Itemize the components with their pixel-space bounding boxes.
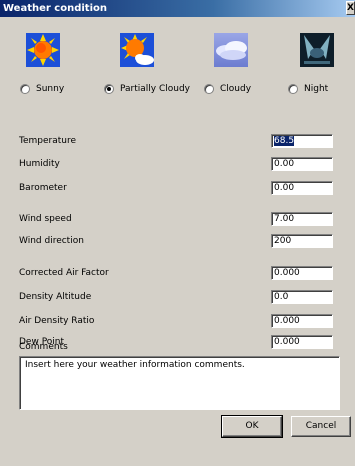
wind-speed-label: Wind speed (19, 214, 72, 224)
density-altitude-field[interactable]: 0.0 (271, 290, 333, 304)
barometer-field[interactable]: 0.00 (271, 181, 333, 195)
comments-textarea[interactable]: Insert here your weather information com… (19, 356, 340, 410)
close-icon: X (347, 3, 354, 13)
radio-sunny-indicator[interactable] (20, 84, 30, 94)
air-density-ratio-field[interactable]: 0.000 (271, 314, 333, 328)
temperature-value: 68.5 (274, 136, 295, 146)
radio-night-label: Night (304, 84, 329, 94)
temperature-label: Temperature (19, 136, 77, 146)
radio-partially-cloudy-indicator[interactable] (104, 84, 114, 94)
title-bar: Weather condition X (0, 0, 355, 17)
wind-direction-label: Wind direction (19, 236, 84, 246)
radio-partially-cloudy-label: Partially Cloudy (120, 84, 191, 94)
air-density-ratio-label: Air Density Ratio (19, 316, 95, 326)
radio-sunny[interactable]: Sunny (20, 84, 64, 94)
radio-cloudy-label: Cloudy (220, 84, 252, 94)
radio-cloudy-indicator[interactable] (204, 84, 214, 94)
cancel-button[interactable]: Cancel (291, 416, 351, 437)
wind-speed-field[interactable]: 7.00 (271, 212, 333, 226)
humidity-field[interactable]: 0.00 (271, 157, 333, 171)
dew-point-field[interactable]: 0.000 (271, 335, 333, 349)
radio-partially-cloudy[interactable]: Partially Cloudy (104, 84, 190, 94)
dialog-title: Weather condition (3, 3, 107, 14)
weather-condition-dialog: Weather condition X Sunny Partially Clou… (0, 0, 355, 466)
radio-night[interactable]: Night (288, 84, 328, 94)
temperature-field[interactable]: 68.5 (271, 134, 333, 148)
corrected-air-factor-label: Corrected Air Factor (19, 268, 109, 278)
sun-cloud-icon[interactable] (120, 33, 154, 67)
sun-icon[interactable] (26, 33, 60, 67)
radio-night-indicator[interactable] (288, 84, 298, 94)
humidity-label: Humidity (19, 159, 60, 169)
wind-direction-field[interactable]: 200 (271, 234, 333, 248)
corrected-air-factor-field[interactable]: 0.000 (271, 266, 333, 280)
comments-label: Comments (19, 342, 68, 352)
density-altitude-label: Density Altitude (19, 292, 92, 302)
cloud-icon[interactable] (214, 33, 248, 67)
ok-button[interactable]: OK (221, 415, 283, 438)
radio-cloudy[interactable]: Cloudy (204, 84, 251, 94)
close-button[interactable]: X (346, 1, 355, 15)
barometer-label: Barometer (19, 183, 67, 193)
night-icon[interactable] (300, 33, 334, 67)
radio-sunny-label: Sunny (36, 84, 65, 94)
